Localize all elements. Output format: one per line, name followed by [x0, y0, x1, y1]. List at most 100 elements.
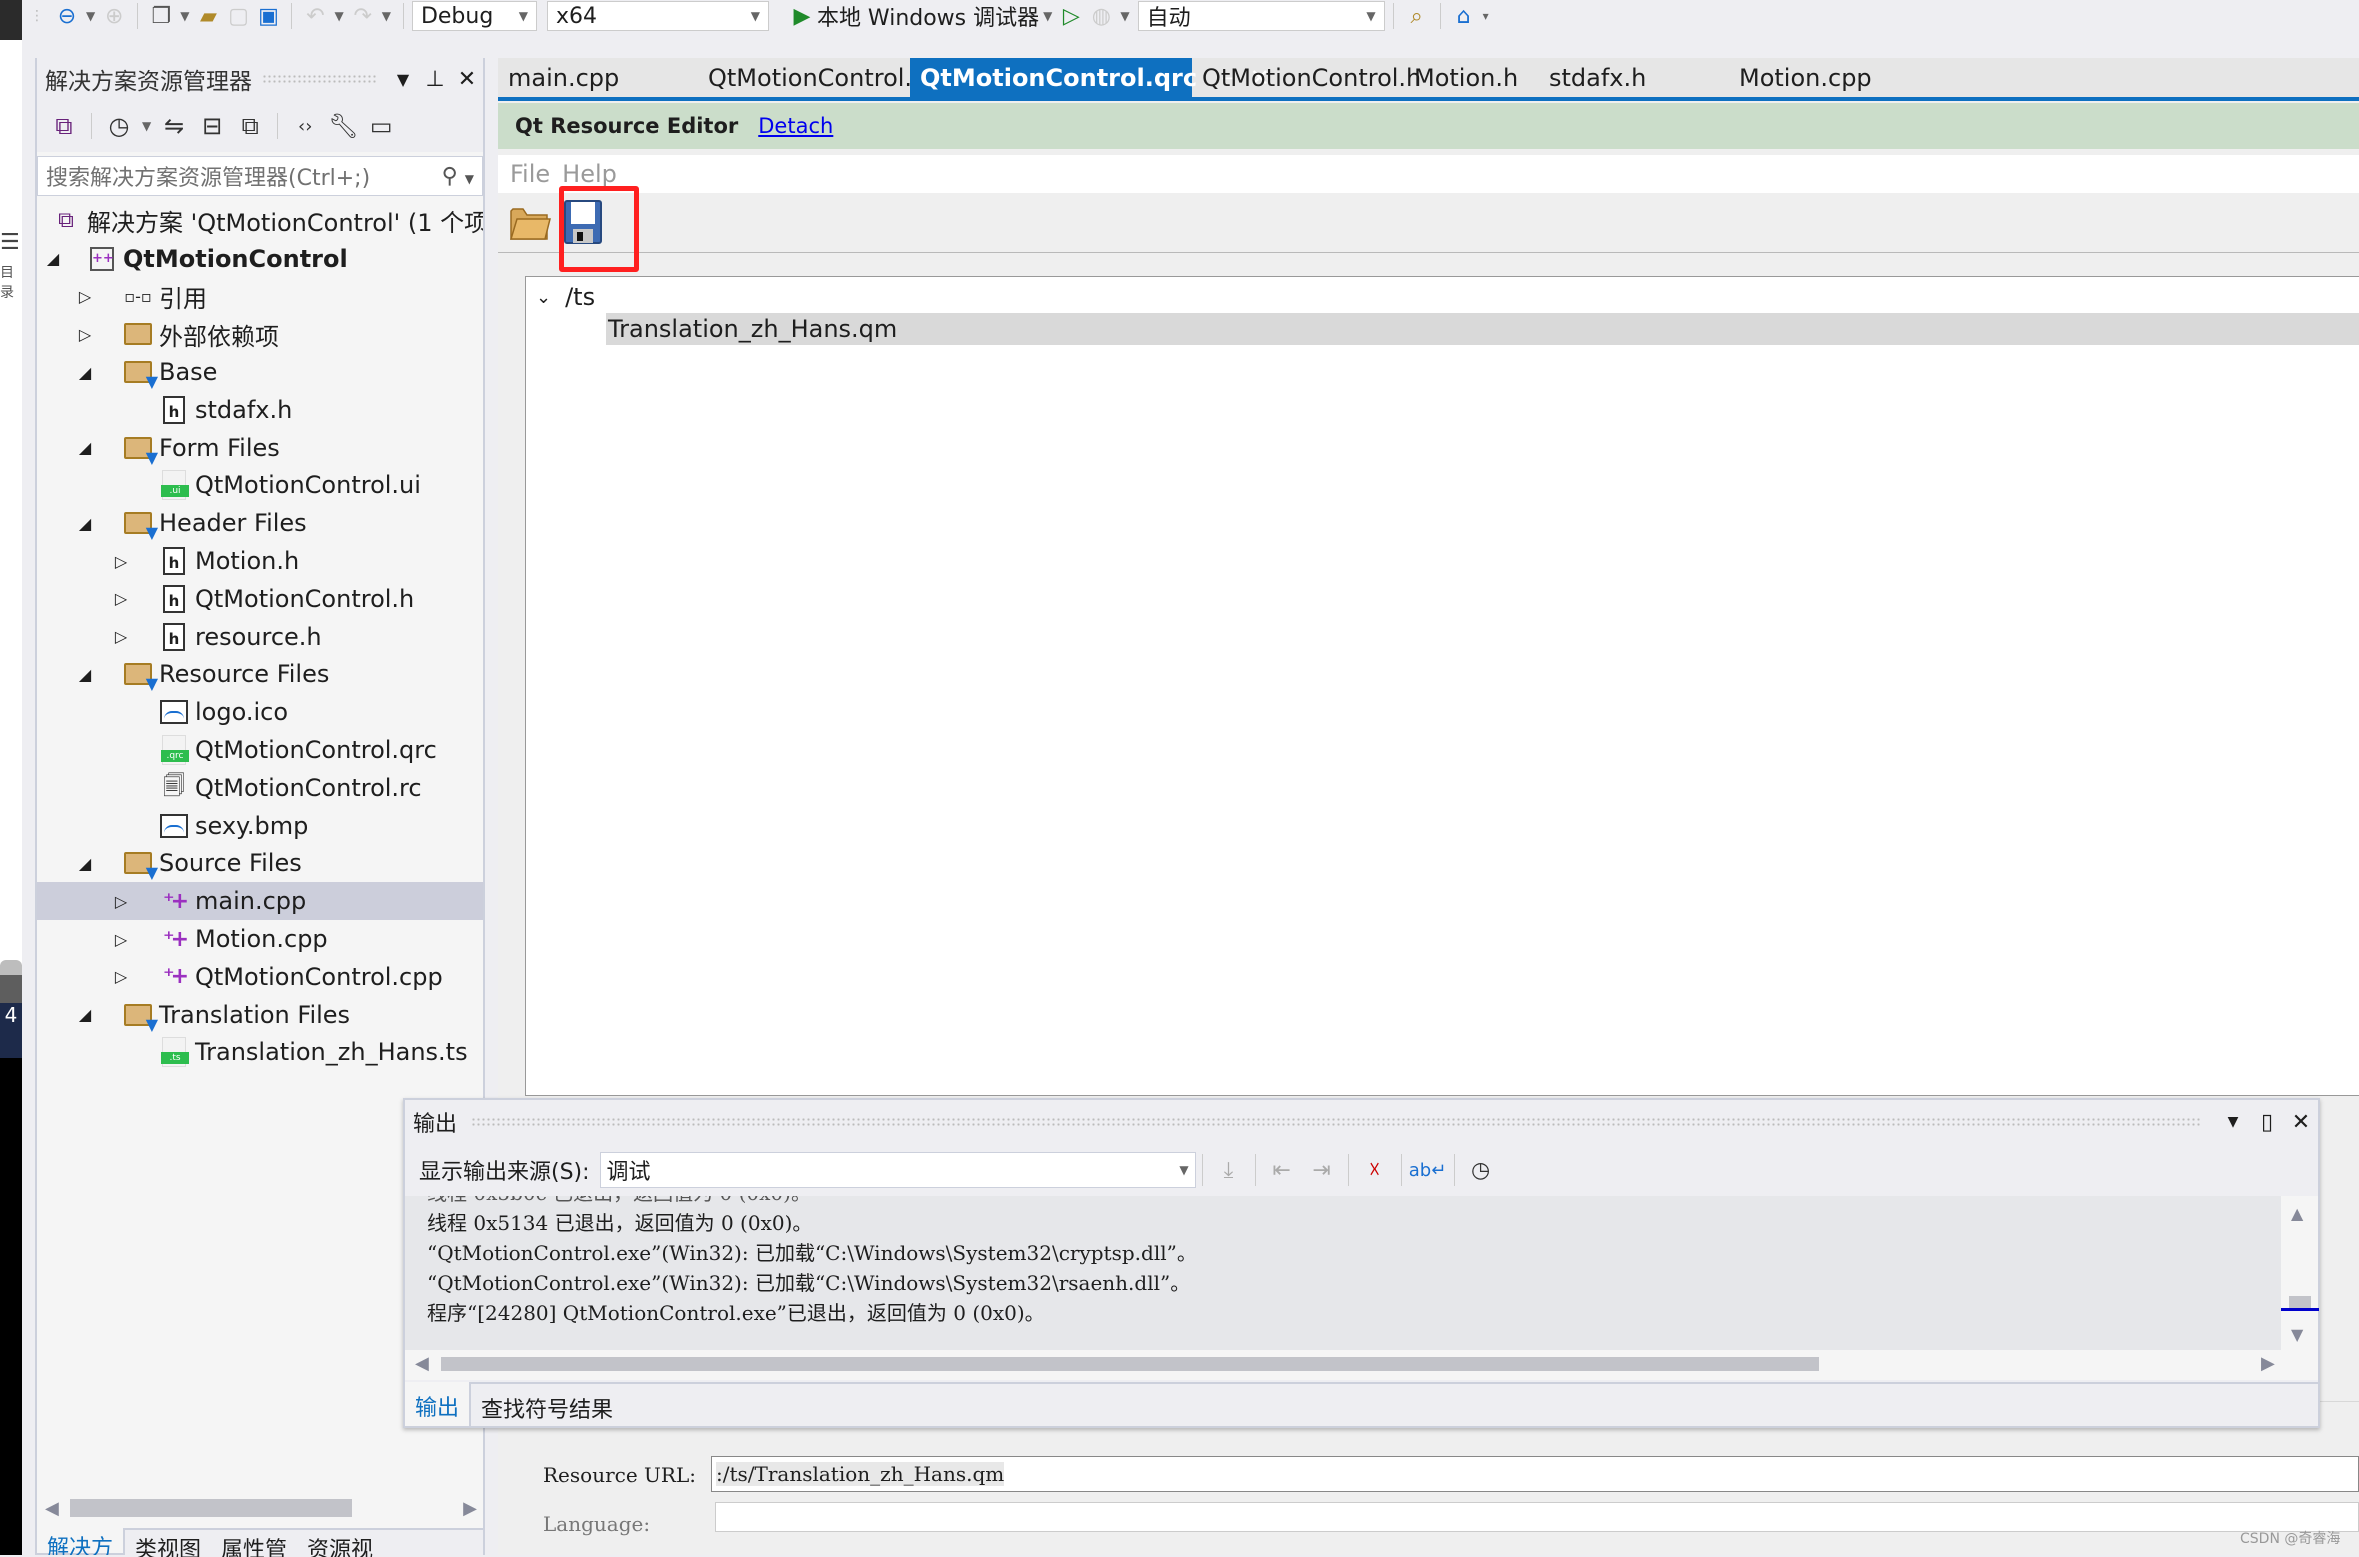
run-without-debug-icon[interactable]: ▷ [1056, 1, 1086, 31]
undo-icon[interactable]: ↶ [300, 1, 330, 31]
tab-qtmotioncontrol-cpp[interactable]: QtMotionControl.cpp [698, 58, 956, 98]
run-dropdown-icon[interactable]: ▼ [1043, 9, 1052, 23]
tree-item[interactable]: ⧉ 解决方案 'QtMotionControl' (1 个项目 [37, 202, 483, 240]
save-all-icon[interactable]: ▣ [253, 1, 283, 31]
collapse-arrow-icon[interactable]: ◢ [77, 1005, 93, 1024]
open-file-button[interactable] [509, 203, 551, 243]
expand-arrow-icon[interactable]: ▷ [113, 552, 129, 571]
next-message-icon[interactable]: ⇥ [1302, 1155, 1342, 1185]
expand-arrow-icon[interactable]: ▷ [113, 967, 129, 986]
tree-item[interactable]: ◢ ▼ Form Files [37, 429, 483, 467]
show-all-files-icon[interactable]: ⧉ [231, 111, 269, 141]
tree-item[interactable]: .ts Translation_zh_Hans.ts [37, 1034, 483, 1072]
maximize-icon[interactable]: ▯ [2250, 1110, 2284, 1135]
new-project-icon[interactable]: ❐ [146, 1, 176, 31]
customize-toolbar-icon[interactable]: ▾ [1483, 9, 1489, 23]
scroll-up-icon[interactable]: ▲ [2291, 1204, 2303, 1223]
tree-item[interactable]: ◢ ▼ Source Files [37, 845, 483, 882]
close-icon[interactable]: ✕ [451, 67, 483, 92]
back-dropdown-icon[interactable]: ▼ [86, 9, 95, 23]
tree-item[interactable]: ◢ ▼ Header Files [37, 504, 483, 542]
scroll-thumb[interactable] [441, 1357, 1819, 1371]
tree-item[interactable]: ▷ ⁺+ QtMotionControl.cpp [37, 958, 483, 996]
scroll-right-icon[interactable]: ▶ [463, 1498, 477, 1519]
tree-item[interactable]: ▷ h QtMotionControl.h [37, 580, 483, 618]
language-input[interactable] [715, 1502, 2359, 1532]
expand-arrow-icon[interactable]: ▷ [77, 325, 93, 344]
expand-arrow-icon[interactable]: ▷ [113, 930, 129, 949]
tree-item[interactable]: ▷ ⁺+ Motion.cpp [37, 920, 483, 958]
tab-solution-explorer[interactable]: 解决方 [37, 1528, 123, 1555]
tree-item[interactable]: sexy.bmp [37, 807, 483, 845]
tab-motion-h[interactable]: Motion.h [1404, 58, 1539, 98]
filter-dropdown-icon[interactable]: ▼ [142, 119, 151, 133]
scroll-left-icon[interactable]: ◀ [45, 1498, 59, 1519]
window-menu-icon[interactable]: ▼ [387, 70, 419, 89]
collapse-arrow-icon[interactable]: ◢ [77, 363, 93, 382]
window-menu-icon[interactable]: ▼ [2216, 1114, 2250, 1130]
redo-icon[interactable]: ↷ [348, 1, 378, 31]
switch-views-icon[interactable]: ⧉ [45, 111, 83, 141]
word-wrap-icon[interactable]: ab↵ [1408, 1155, 1448, 1185]
tree-item[interactable]: ◢ ▼ Translation Files [37, 996, 483, 1034]
tree-item[interactable]: h stdafx.h [37, 391, 483, 429]
tab-qtmotioncontrol-qrc[interactable]: QtMotionControl.qrc ⊣ ✕ [910, 58, 1270, 98]
output-source-select[interactable]: 调试 ▼ [599, 1152, 1196, 1188]
sync-with-document-icon[interactable]: ⇋ [155, 111, 193, 141]
tab-find-symbol-results[interactable]: 查找符号结果 [469, 1382, 2318, 1426]
tab-motion-cpp[interactable]: Motion.cpp [1729, 58, 1909, 98]
attach-dropdown-icon[interactable]: ▼ [1120, 9, 1129, 23]
tree-item[interactable]: logo.ico [37, 693, 483, 731]
tab-property-manager[interactable]: 属性管 [211, 1530, 297, 1557]
solution-horizontal-scrollbar[interactable]: ◀ ▶ [45, 1498, 477, 1519]
undo-dropdown-icon[interactable]: ▼ [334, 9, 343, 23]
scroll-thumb[interactable] [70, 1499, 352, 1517]
tree-item[interactable]: 🗐︎ QtMotionControl.rc [37, 769, 483, 807]
properties-wrench-icon[interactable]: 🔧︎ [324, 111, 362, 141]
scroll-thumb[interactable] [2289, 1296, 2311, 1308]
platform-combo[interactable]: x64 ▼ [546, 1, 769, 31]
tree-item[interactable]: .qrc QtMotionControl.qrc [37, 731, 483, 769]
expand-arrow-icon[interactable]: ▷ [113, 589, 129, 608]
collapse-arrow-icon[interactable]: ◢ [77, 665, 93, 684]
run-debugger-button[interactable]: 本地 Windows 调试器 [817, 0, 1039, 32]
menu-help[interactable]: Help [562, 160, 617, 188]
timestamp-clock-icon[interactable]: ◷ [1461, 1155, 1501, 1185]
scroll-down-icon[interactable]: ▼ [2291, 1325, 2303, 1344]
tree-item[interactable]: ◢ ++ QtMotionControl [37, 240, 483, 278]
pin-icon[interactable]: ⊥ [419, 67, 451, 92]
tree-row-prefix[interactable]: ⌄ /ts [536, 281, 595, 313]
configuration-combo[interactable]: Debug ▼ [411, 1, 537, 31]
save-icon[interactable]: ▢ [223, 1, 253, 31]
scroll-right-icon[interactable]: ▶ [2261, 1353, 2275, 1374]
chevron-down-icon[interactable]: ⌄ [536, 287, 551, 308]
pending-changes-filter-icon[interactable]: ◷ [100, 111, 138, 141]
drag-handle[interactable] [471, 1117, 2202, 1127]
find-in-files-icon[interactable]: ⌕ [1402, 1, 1432, 31]
auto-combo[interactable]: 自动 ▼ [1137, 1, 1385, 31]
tree-item[interactable]: ▷ ▫-▫ 引用 [37, 278, 483, 316]
collapse-all-icon[interactable]: ⊟ [193, 111, 231, 141]
close-icon[interactable]: ✕ [2284, 1110, 2318, 1135]
open-folder-icon[interactable]: ▰ [193, 1, 223, 31]
tree-row-file[interactable]: Translation_zh_Hans.qm [606, 313, 2359, 345]
drag-handle[interactable] [262, 74, 377, 84]
tree-item[interactable]: ▷ 外部依赖项 [37, 315, 483, 353]
tree-item[interactable]: .ui QtMotionControl.ui [37, 467, 483, 505]
collapse-arrow-icon[interactable]: ◢ [77, 854, 93, 873]
output-vertical-scrollbar[interactable]: ▲ ▼ [2281, 1196, 2319, 1350]
view-code-icon[interactable]: ‹› [286, 111, 324, 141]
tab-stdafx-h[interactable]: stdafx.h [1539, 58, 1729, 98]
clear-all-icon[interactable]: ☓ [1355, 1155, 1395, 1185]
resource-url-input[interactable]: :/ts/Translation_zh_Hans.qm [711, 1456, 2359, 1492]
tree-item[interactable]: ◢ ▼ Resource Files [37, 656, 483, 693]
tree-item[interactable]: ▷ ⁺+ main.cpp [37, 882, 483, 921]
back-icon[interactable]: ⊖ [52, 1, 82, 31]
output-text-area[interactable]: 线程 0x5b0c 已退出，返回值为 0 (0x0)。 线程 0x5134 已退… [405, 1196, 2281, 1350]
menu-file[interactable]: File [510, 160, 550, 188]
new-dropdown-icon[interactable]: ▼ [180, 9, 189, 23]
home-window-icon[interactable]: ⌂ [1449, 1, 1479, 31]
attach-icon[interactable]: ◍ [1086, 1, 1116, 31]
tab-class-view[interactable]: 类视图 [125, 1530, 211, 1557]
expand-arrow-icon[interactable]: ▷ [113, 892, 129, 911]
